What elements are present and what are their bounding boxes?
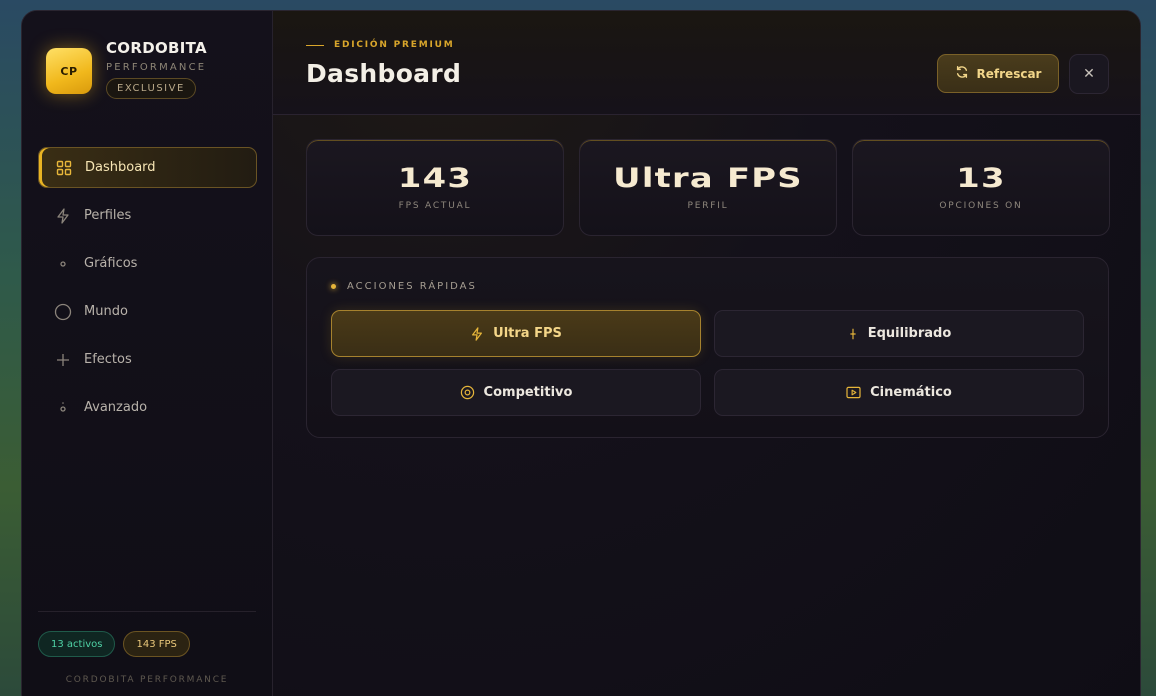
stat-label: PERFIL	[687, 201, 729, 211]
sidebar-nav: Dashboard Perfiles Gráficos Mundo Efecto…	[38, 147, 257, 435]
bolt-icon	[470, 326, 484, 341]
circle-icon	[54, 303, 72, 321]
equilibrado-button[interactable]: Equilibrado	[714, 310, 1084, 357]
eyebrow-line	[306, 44, 324, 46]
eyebrow-label: EDICIÓN PREMIUM	[334, 40, 455, 50]
stat-card-fps: 143 FPS ACTUAL	[306, 139, 564, 236]
stat-value: 13	[956, 163, 1006, 194]
sidebar-divider	[38, 611, 256, 612]
stat-value: 143	[397, 163, 473, 194]
sidebar-item-avanzado[interactable]: Avanzado	[38, 387, 257, 428]
app-window: CP CORDOBITA PERFORMANCE EXCLUSIVE Dashb…	[21, 10, 1141, 696]
refresh-icon	[955, 65, 969, 83]
sidebar-item-label: Dashboard	[85, 160, 156, 175]
stat-label: FPS ACTUAL	[398, 201, 472, 211]
sidebar-item-perfiles[interactable]: Perfiles	[38, 195, 257, 236]
action-label: Cinemático	[870, 385, 952, 400]
dot-icon	[54, 399, 72, 417]
exclusive-badge: EXCLUSIVE	[106, 78, 196, 99]
stat-card-options: 13 OPCIONES ON	[852, 139, 1110, 236]
sidebar: CP CORDOBITA PERFORMANCE EXCLUSIVE Dashb…	[22, 11, 273, 696]
active-count-badge: 13 activos	[38, 631, 116, 657]
sidebar-item-dashboard[interactable]: Dashboard	[38, 147, 257, 188]
refresh-button[interactable]: Refrescar	[937, 54, 1059, 93]
close-icon: ✕	[1083, 66, 1095, 82]
status-dot	[331, 284, 336, 289]
plus-icon	[54, 351, 72, 369]
bolt-icon	[54, 207, 72, 225]
sidebar-item-label: Efectos	[84, 352, 132, 367]
stat-value: Ultra FPS	[613, 163, 803, 194]
fps-badge: 143 FPS	[123, 631, 190, 657]
sidebar-item-label: Mundo	[84, 304, 128, 319]
grid-icon	[55, 159, 73, 177]
stats-row: 143 FPS ACTUAL Ultra FPS PERFIL 13 OPCIO…	[306, 139, 1110, 236]
stat-card-profile: Ultra FPS PERFIL	[579, 139, 837, 236]
sidebar-item-mundo[interactable]: Mundo	[38, 291, 257, 332]
brand-subtitle: PERFORMANCE	[106, 62, 207, 73]
sidebar-item-label: Avanzado	[84, 400, 148, 415]
target-icon	[460, 385, 475, 400]
sidebar-item-graficos[interactable]: Gráficos	[38, 243, 257, 284]
cinematico-button[interactable]: Cinemático	[714, 369, 1084, 416]
stat-label: OPCIONES ON	[939, 201, 1023, 211]
eyebrow: EDICIÓN PREMIUM	[306, 40, 454, 50]
quick-actions-card: ACCIONES RÁPIDAS Ultra FPS Equilibrado C…	[306, 257, 1109, 438]
action-label: Competitivo	[483, 385, 573, 400]
action-label: Equilibrado	[867, 326, 952, 341]
balance-icon	[847, 327, 859, 341]
refresh-label: Refrescar	[976, 66, 1042, 81]
sidebar-footer: CORDOBITA PERFORMANCE	[65, 675, 229, 685]
action-label: Ultra FPS	[493, 326, 562, 341]
header: EDICIÓN PREMIUM Dashboard Refrescar ✕	[273, 11, 1140, 115]
page-title: Dashboard	[306, 59, 462, 88]
quick-actions-label: ACCIONES RÁPIDAS	[347, 281, 477, 292]
main-content: EDICIÓN PREMIUM Dashboard Refrescar ✕ 14…	[273, 11, 1140, 696]
competitivo-button[interactable]: Competitivo	[331, 369, 701, 416]
quick-actions-title: ACCIONES RÁPIDAS	[331, 281, 477, 292]
sidebar-item-label: Gráficos	[84, 256, 138, 271]
brand-name: CORDOBITA	[106, 39, 207, 57]
film-icon	[846, 386, 861, 399]
close-button[interactable]: ✕	[1069, 54, 1109, 94]
brand: CP CORDOBITA PERFORMANCE EXCLUSIVE	[46, 39, 207, 99]
ultra-fps-button[interactable]: Ultra FPS	[331, 310, 701, 357]
sidebar-item-efectos[interactable]: Efectos	[38, 339, 257, 380]
sidebar-item-label: Perfiles	[84, 208, 132, 223]
brand-logo: CP	[46, 48, 92, 94]
status-pills: 13 activos 143 FPS	[38, 631, 190, 657]
dot-icon	[54, 255, 72, 273]
